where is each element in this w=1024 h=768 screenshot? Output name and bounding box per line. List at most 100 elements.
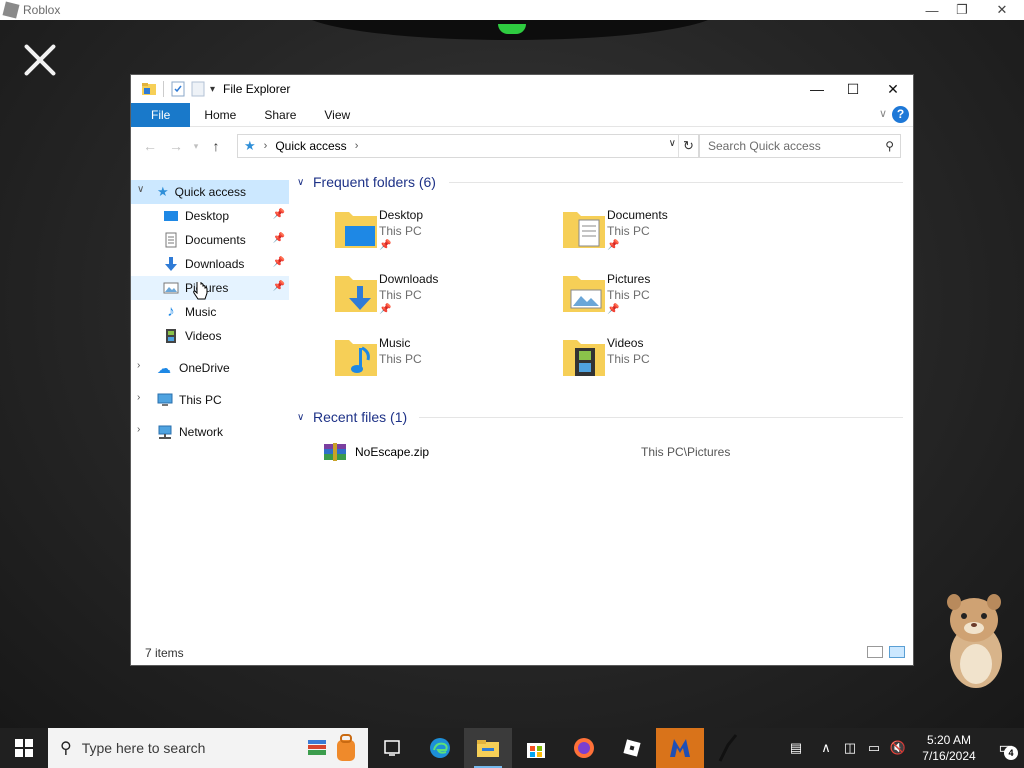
folder-tile-downloads[interactable]: Downloads This PC 📌 [333,270,533,332]
collapse-chevron-icon[interactable]: ∨ [137,184,147,195]
properties-icon[interactable] [170,81,186,97]
nav-item-pictures[interactable]: Pictures 📌 [131,276,289,300]
breadcrumb-quick-access[interactable]: Quick access [275,139,346,153]
roblox-restore-button[interactable]: ❐ [942,0,982,20]
recent-files-header[interactable]: ∨ Recent files (1) [297,406,909,428]
taskbar-malwarebytes[interactable] [656,728,704,768]
folder-location: This PC [379,224,422,238]
group-divider [449,182,903,183]
star-icon: ★ [157,184,169,199]
downloads-icon [165,257,177,271]
up-arrow-icon[interactable]: ↑ [203,138,229,154]
tab-file[interactable]: File [131,102,191,127]
taskbar-store[interactable] [512,728,560,768]
address-bar[interactable]: ★ › Quick access › ∨ ↻ [237,134,699,158]
roblox-close-button[interactable]: ✕ [982,0,1022,20]
file-explorer-window: ▾ File Explorer — ☐ ✕ File Home Share Vi… [130,74,914,666]
clock[interactable]: 5:20 AM 7/16/2024 [910,732,988,764]
folder-location: This PC [379,352,422,366]
network-tray-icon[interactable]: ▭ [862,740,886,756]
taskbar-pen-app[interactable] [704,728,752,768]
back-arrow-icon[interactable]: ← [137,138,163,154]
nav-item-label: Videos [185,329,222,343]
camera-icon[interactable]: ◫ [838,740,862,756]
nav-quick-access[interactable]: ∨ ★ Quick access [131,180,289,204]
refresh-icon[interactable]: ↻ [678,135,698,157]
taskbar-file-explorer[interactable] [464,728,512,768]
new-folder-icon[interactable] [190,81,206,97]
search-input[interactable]: Search Quick access ⚲ [699,134,901,158]
group-collapse-icon[interactable]: ∨ [297,412,313,423]
clock-date: 7/16/2024 [922,749,976,763]
folder-tile-pictures[interactable]: Pictures This PC 📌 [561,270,761,332]
game-indicator-icon [498,24,526,34]
folder-location: This PC [607,288,650,302]
explorer-titlebar: ▾ File Explorer — ☐ ✕ [131,75,913,103]
taskbar-roblox[interactable] [608,728,656,768]
folder-location: This PC [607,224,650,238]
group-collapse-icon[interactable]: ∨ [297,177,313,188]
videos-folder-icon [563,340,605,376]
frequent-folders-header[interactable]: ∨ Frequent folders (6) [297,171,909,193]
taskbar-firefox[interactable] [560,728,608,768]
customize-qat-icon[interactable]: ▾ [210,84,215,95]
tab-home[interactable]: Home [190,103,250,127]
file-name: NoEscape.zip [355,445,430,459]
address-dropdown-icon[interactable]: ∨ [669,138,676,149]
folder-tile-music[interactable]: Music This PC [333,334,533,396]
taskbar-edge[interactable] [416,728,464,768]
folder-location: This PC [379,288,422,302]
roblox-title-text: Roblox [23,3,61,17]
folder-tile-documents[interactable]: Documents This PC 📌 [561,206,761,268]
news-widget-icon[interactable]: ▤ [778,740,814,756]
breadcrumb-separator-icon[interactable]: › [264,140,268,152]
tab-share[interactable]: Share [250,103,310,127]
group-divider [419,417,903,418]
nav-network[interactable]: › Network [131,420,289,444]
maximize-button[interactable]: ☐ [833,75,873,103]
expand-chevron-icon[interactable]: › [137,392,147,403]
show-hidden-icons-icon[interactable]: ∧ [814,740,838,756]
windows-logo-icon [15,739,33,757]
minimize-button[interactable]: — [797,75,837,103]
this-pc-icon [157,393,173,406]
nav-this-pc[interactable]: › This PC [131,388,289,412]
nav-onedrive[interactable]: › ☁ OneDrive [131,356,289,380]
desktop-icon [164,211,178,221]
nav-item-music[interactable]: ♪ Music [131,300,289,324]
start-button[interactable] [0,728,48,768]
list-item[interactable]: NoEscape.zip This PC\Pictures [323,441,903,463]
nav-root-label: OneDrive [179,361,230,375]
taskbar-search-input[interactable]: ⚲ Type here to search [48,728,368,768]
nav-item-desktop[interactable]: Desktop 📌 [131,204,289,228]
forward-arrow-icon[interactable]: → [163,138,189,154]
help-icon[interactable]: ? [892,106,909,123]
notification-center-button[interactable]: ▭ 4 [988,728,1024,768]
roblox-logo-icon [2,1,20,19]
nav-item-downloads[interactable]: Downloads 📌 [131,252,289,276]
expand-chevron-icon[interactable]: › [137,424,147,435]
breadcrumb-chevron-icon[interactable]: › [355,140,359,152]
navigation-pane: ∨ ★ Quick access Desktop 📌 Documents 📌 D… [131,177,289,647]
nav-item-documents[interactable]: Documents 📌 [131,228,289,252]
folder-app-icon[interactable] [141,81,157,97]
expand-chevron-icon[interactable]: › [137,360,147,371]
nav-item-videos[interactable]: Videos [131,324,289,348]
close-button[interactable]: ✕ [873,75,913,103]
roblox-titlebar: Roblox — ❐ ✕ [0,0,1024,20]
tab-view[interactable]: View [310,103,364,127]
game-close-icon[interactable] [22,42,58,78]
folder-name: Documents [607,208,668,222]
view-switcher [867,646,905,658]
address-row: ← → ▾ ↑ ★ › Quick access › ∨ ↻ Search Qu… [131,127,913,165]
folder-tile-videos[interactable]: Videos This PC [561,334,761,396]
folder-tile-desktop[interactable]: Desktop This PC 📌 [333,206,533,268]
expand-ribbon-icon[interactable]: ∨ [879,107,887,120]
volume-muted-icon[interactable]: 🔇 [886,740,910,756]
details-view-icon[interactable] [867,646,883,658]
task-view-button[interactable] [368,728,416,768]
large-icons-view-icon[interactable] [889,646,905,658]
pictures-folder-icon [563,276,605,312]
recent-locations-icon[interactable]: ▾ [189,141,203,152]
nav-item-label: Music [185,305,217,319]
